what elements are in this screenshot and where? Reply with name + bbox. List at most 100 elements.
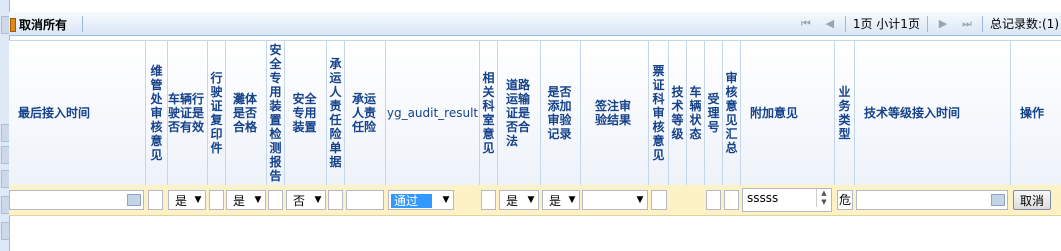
- col-label: 车辆状态: [689, 85, 702, 141]
- col-label: 行驶证复印件: [210, 71, 223, 155]
- department-opinion-field[interactable]: [481, 190, 496, 210]
- col-label: 是否添加审验记录: [547, 85, 572, 141]
- grid-toolbar: 取消所有 ⏮ ◀ 1页 小计1页 ▶ ⏭ 总记录数:(1): [9, 12, 1061, 36]
- safety-device-select[interactable]: 否 ▼: [286, 190, 326, 210]
- cancel-all-icon: [10, 17, 16, 32]
- select-value: 否: [293, 193, 306, 208]
- col-operation[interactable]: 操作: [1011, 41, 1061, 185]
- transport-permit-legal-select[interactable]: 是 ▼: [499, 190, 539, 210]
- textarea-scroll[interactable]: ▲ ▼: [816, 189, 831, 207]
- next-page-icon[interactable]: ▶: [935, 16, 951, 32]
- chevron-down-icon: ▼: [527, 195, 535, 205]
- col-label: 承运人责任险: [352, 92, 377, 134]
- cancel-all-button[interactable]: 取消所有: [10, 16, 67, 33]
- col-label: 受理号: [707, 92, 720, 134]
- col-body-qualified[interactable]: 灘体是否合格: [226, 41, 267, 185]
- toolbar-separator: [82, 16, 83, 32]
- first-page-icon[interactable]: ⏮: [798, 16, 814, 32]
- col-add-inspection-record[interactable]: 是否添加审验记录: [541, 41, 581, 185]
- col-vehicle-status[interactable]: 车辆状态: [687, 41, 705, 185]
- col-maintenance-audit-opinion[interactable]: 维管处审核意见: [146, 41, 168, 185]
- col-label: 承运人责任险单据: [329, 57, 342, 169]
- carrier-liability-policy-field[interactable]: [328, 190, 343, 210]
- col-label: 审核意见汇总: [725, 71, 738, 155]
- calendar-icon[interactable]: [991, 194, 1005, 206]
- col-label: 车辆行驶证是否有效: [168, 92, 205, 134]
- col-label: 灘体是否合格: [233, 92, 258, 134]
- audit-opinion-summary-field[interactable]: [724, 190, 739, 210]
- chevron-down-icon: ▼: [194, 195, 202, 205]
- vehicle-license-valid-select[interactable]: 是 ▼: [168, 190, 206, 210]
- col-additional-opinion[interactable]: 附加意见: [741, 41, 835, 185]
- col-ticket-audit-opinion[interactable]: 票证科审核意见: [649, 41, 669, 185]
- pager-separator: [844, 15, 846, 32]
- col-label: 附加意见: [750, 106, 799, 120]
- add-inspection-record-select[interactable]: 是 ▼: [542, 190, 580, 210]
- business-type-value: 危: [838, 193, 851, 207]
- body-qualified-select[interactable]: 是 ▼: [226, 190, 266, 210]
- col-label: 票证科审核意见: [652, 64, 665, 162]
- acceptance-no-field[interactable]: [706, 190, 721, 210]
- col-carrier-liability-policy[interactable]: 承运人责任险单据: [327, 41, 345, 185]
- calendar-icon[interactable]: [127, 194, 141, 206]
- select-value-wrap: 通过: [389, 192, 439, 209]
- last-access-time-field[interactable]: [9, 190, 144, 210]
- col-tech-grade-access-time[interactable]: 技术等级接入时间: [855, 41, 1011, 185]
- prev-page-icon[interactable]: ◀: [822, 16, 838, 32]
- col-label: 最后接入时间: [18, 106, 91, 120]
- col-label: 维管处审核意见: [150, 64, 163, 162]
- chevron-down-icon: ▼: [636, 195, 644, 205]
- scroll-down-icon[interactable]: ▼: [817, 198, 831, 207]
- col-tech-grade[interactable]: 技术等级: [669, 41, 687, 185]
- col-label: 安全专用装置: [292, 92, 317, 134]
- col-safety-device-report[interactable]: 安全专用装置检测报告: [267, 41, 285, 185]
- col-sign-audit-result[interactable]: 签注审验结果: [581, 41, 649, 185]
- select-value: 是: [549, 193, 562, 208]
- col-label: yg_audit_result: [386, 106, 479, 120]
- cancel-button-label: 取消: [1019, 193, 1044, 208]
- scroll-up-icon[interactable]: ▲: [817, 189, 831, 198]
- maintenance-audit-opinion-field[interactable]: [148, 190, 163, 210]
- tech-grade-access-time-field[interactable]: [856, 190, 1008, 210]
- col-label: 技术等级接入时间: [864, 106, 961, 120]
- cancel-all-label: 取消所有: [19, 18, 68, 32]
- cancel-button[interactable]: 取消: [1013, 190, 1051, 210]
- grid-header: 最后接入时间 维管处审核意见 车辆行驶证是否有效 行驶证复印件 灘体是否合格 安…: [9, 40, 1061, 186]
- ticket-audit-opinion-field[interactable]: [651, 190, 667, 210]
- pager: ⏮ ◀ 1页 小计1页 ▶ ⏭ 总记录数:(1): [794, 12, 1061, 35]
- col-audit-opinion-summary[interactable]: 审核意见汇总: [723, 41, 741, 185]
- col-business-type[interactable]: 业务类型: [835, 41, 855, 185]
- sign-audit-result-select[interactable]: ▼: [582, 190, 648, 210]
- select-value: 是: [233, 193, 246, 208]
- carrier-liability-field[interactable]: [346, 190, 384, 210]
- business-type-field[interactable]: 危: [837, 190, 853, 210]
- col-label: 业务类型: [838, 85, 851, 141]
- col-carrier-liability[interactable]: 承运人责任险: [345, 41, 386, 185]
- col-label: 道路运输证是否合法: [506, 78, 531, 148]
- select-value: 是: [175, 193, 188, 208]
- col-acceptance-no[interactable]: 受理号: [705, 41, 723, 185]
- col-last-access-time[interactable]: 最后接入时间: [9, 41, 146, 185]
- dock-tab[interactable]: [1, 222, 10, 240]
- additional-opinion-textarea[interactable]: sssss ▲ ▼: [742, 188, 832, 212]
- chevron-down-icon: ▼: [442, 195, 450, 205]
- total-records: 总记录数:(1): [989, 17, 1059, 31]
- chevron-down-icon: ▼: [254, 195, 262, 205]
- license-copy-stamped-field[interactable]: [209, 190, 224, 210]
- col-safety-device[interactable]: 安全专用装置: [285, 41, 327, 185]
- safety-device-report-field[interactable]: [268, 190, 283, 210]
- col-transport-permit-legal[interactable]: 道路运输证是否合法: [498, 41, 541, 185]
- col-license-copy-stamped[interactable]: 行驶证复印件: [208, 41, 226, 185]
- grid-edit-row: 是 ▼ 是 ▼ 否 ▼ 通过 ▼ 是 ▼ 是 ▼ ▼ sssss ▲ ▼ 危 取消: [9, 185, 1061, 216]
- yg-audit-result-select[interactable]: 通过 ▼: [388, 190, 454, 210]
- last-page-icon[interactable]: ⏭: [959, 16, 975, 32]
- col-label: 安全专用装置检测报告: [269, 43, 282, 183]
- chevron-down-icon: ▼: [568, 195, 576, 205]
- col-department-opinion[interactable]: 相关科室意见: [480, 41, 498, 185]
- col-yg-audit-result[interactable]: yg_audit_result: [386, 41, 480, 185]
- select-value: 是: [506, 193, 519, 208]
- col-label: 操作: [1020, 106, 1045, 120]
- col-vehicle-license-valid[interactable]: 车辆行驶证是否有效: [168, 41, 208, 185]
- chevron-down-icon: ▼: [314, 195, 322, 205]
- pager-separator: [981, 15, 983, 32]
